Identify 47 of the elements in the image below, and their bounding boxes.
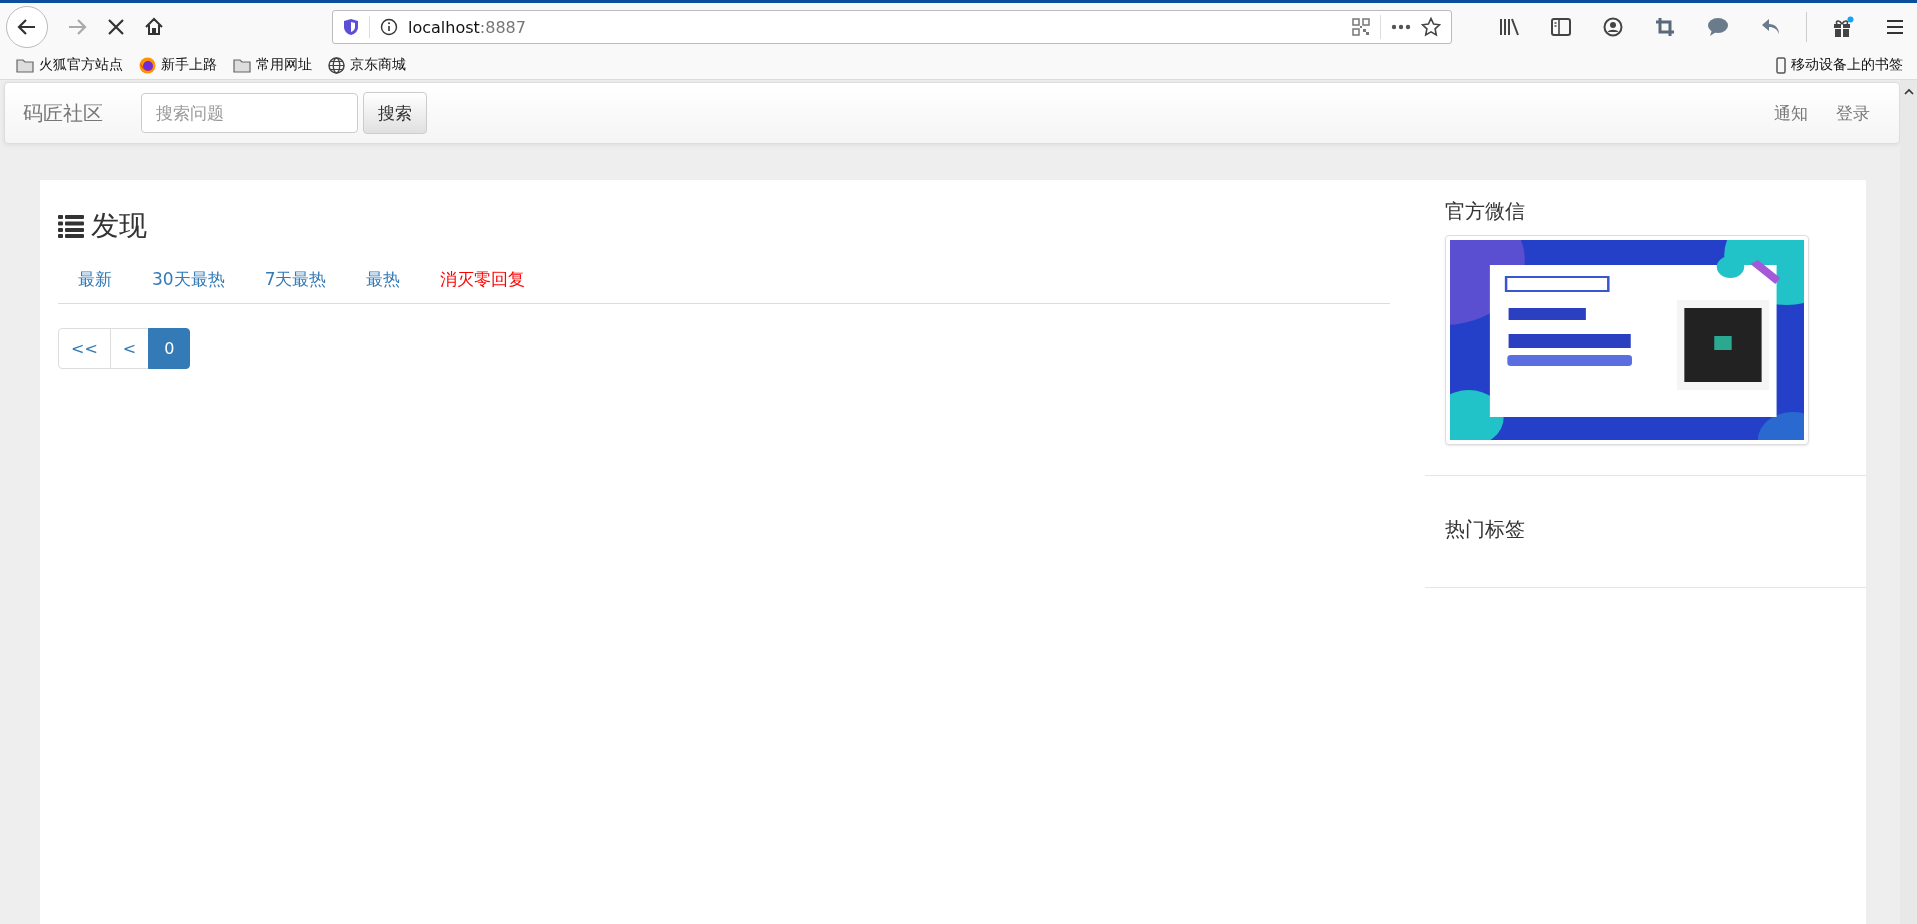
folder-icon [16,57,34,73]
crop-icon[interactable] [1655,17,1675,37]
scroll-up-icon[interactable] [1903,88,1914,95]
filter-tab[interactable]: 30天最热 [132,264,245,295]
sidebar-icon[interactable] [1551,18,1571,36]
page-link[interactable]: << [58,328,111,369]
chat-bubble-icon[interactable] [1707,17,1729,37]
home-icon[interactable] [144,17,164,37]
nav-link[interactable]: 通知 [1760,101,1822,125]
search-field[interactable]: 搜索问题 [141,93,358,133]
gift-icon[interactable] [1832,16,1854,38]
bookmark[interactable]: 京东商城 [328,56,406,74]
scrollbar[interactable] [1900,80,1917,924]
filter-tab[interactable]: 最热 [346,264,421,295]
filter-tab[interactable]: 最新 [58,264,132,295]
page-title: 发现 [91,208,147,244]
nav-link[interactable]: 登录 [1822,101,1884,125]
url-text: localhost [408,17,480,37]
filter-tab[interactable]: 7天最热 [244,264,347,295]
address-bar[interactable]: localhost:8887 [332,10,1452,44]
search-button[interactable]: 搜索 [363,92,427,134]
qr-code-icon[interactable] [1352,18,1370,36]
bookmark[interactable]: 移动设备上的书签 [1776,56,1903,74]
more-icon[interactable] [1391,24,1411,30]
phone-icon [1776,56,1786,74]
section-title: 官方微信 [1445,198,1526,225]
bookmark[interactable]: 新手上路 [139,56,217,74]
url-port: :8887 [479,17,526,37]
shield-icon[interactable] [343,18,359,36]
brand-logo-text[interactable]: 码匠社区 [23,99,103,127]
undo-arrow-icon[interactable] [1761,18,1781,36]
bookmark[interactable]: 常用网址 [233,56,312,74]
close-icon[interactable] [106,17,126,37]
section-title: 热门标签 [1445,516,1526,543]
back-button[interactable] [6,6,48,48]
menu-icon[interactable] [1886,19,1904,35]
library-icon[interactable] [1499,18,1519,36]
globe-icon [328,56,345,74]
filter-tab[interactable]: 消灭零回复 [420,264,546,295]
star-icon[interactable] [1421,17,1441,37]
list-icon [58,214,84,238]
folder-icon [233,57,251,73]
bookmark[interactable]: 火狐官方站点 [16,56,123,74]
info-icon[interactable] [380,18,398,36]
account-icon[interactable] [1603,17,1623,37]
fox-globe-icon [139,56,156,74]
page-link[interactable]: 0 [148,328,191,369]
